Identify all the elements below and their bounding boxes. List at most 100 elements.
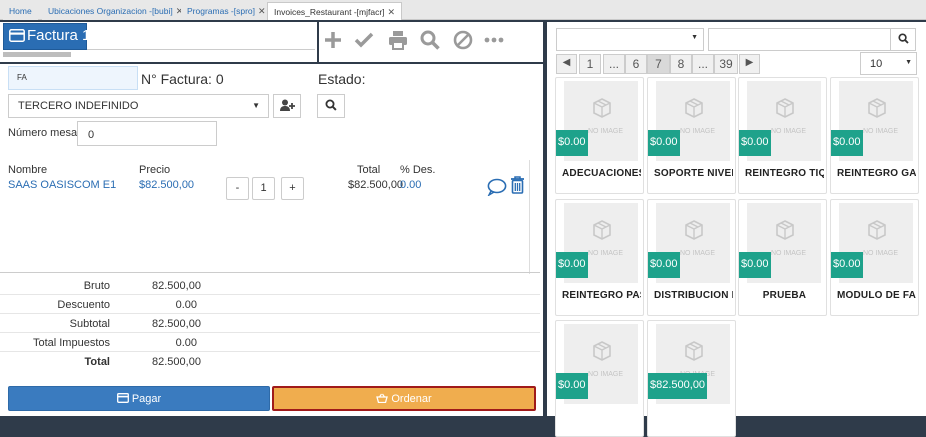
total-value: 82.500,00 [152, 356, 201, 368]
tab-home[interactable]: Home [3, 2, 38, 20]
credit-card-icon [9, 29, 25, 42]
caret-down-icon: ▼ [905, 59, 912, 66]
pagination-prev[interactable]: ◀ [556, 54, 577, 74]
decrease-qty-button[interactable]: - [226, 177, 249, 200]
plus-icon [325, 32, 341, 48]
tab-bar: Home Ubicaciones Organizacion -[bubi] ✕ P… [0, 0, 926, 20]
product-price: $0.00 [648, 252, 680, 278]
tab-programas[interactable]: Programas -[spro] ✕ [181, 2, 272, 20]
tab-invoices-restaurant[interactable]: Invoices_Restaurant -[mjfacr] ✕ [267, 2, 403, 20]
user-plus-icon [279, 99, 295, 111]
item-name[interactable]: SAAS OASISCOM E1 [8, 179, 116, 191]
confirm-button[interactable] [353, 29, 377, 53]
no-image-text: NO IMAGE [771, 250, 807, 257]
pagination-page[interactable]: 1 [579, 54, 601, 74]
product-price: $0.00 [556, 373, 588, 399]
fa-prefix-field[interactable]: FA [8, 66, 138, 90]
pagar-button[interactable]: Pagar [8, 386, 270, 411]
add-tercero-button[interactable] [273, 94, 301, 118]
more-button[interactable] [483, 29, 507, 53]
header-divider [87, 49, 315, 50]
items-scrollbar[interactable] [529, 160, 537, 274]
pagination-page[interactable]: 8 [670, 54, 692, 74]
total-label: Descuento [57, 299, 110, 311]
cancel-button[interactable] [452, 29, 476, 53]
box-icon [776, 220, 794, 240]
col-descuento: % Des. [400, 164, 436, 176]
product-card[interactable]: NO IMAGE $0.00 REINTEGRO TIQ [738, 77, 827, 194]
product-card[interactable]: NO IMAGE $0.00 REINTEGRO PAS [555, 199, 644, 316]
product-search-button[interactable] [890, 28, 916, 51]
factura-tab-button[interactable]: Factura 1 [3, 23, 90, 50]
no-image-text: NO IMAGE [863, 250, 899, 257]
product-card[interactable]: NO IMAGE $0.00 REINTEGRO GA [830, 77, 919, 194]
pagination-page[interactable]: 39 [714, 54, 738, 74]
estado-label: Estado: [318, 71, 366, 87]
pagar-label: Pagar [131, 393, 162, 405]
product-card[interactable]: NO IMAGE $0.00 [555, 320, 644, 437]
product-name: MODULO DE FA [837, 290, 916, 301]
invoice-toolbar [319, 22, 543, 62]
product-card[interactable]: NO IMAGE $0.00 PRUEBA [738, 199, 827, 316]
box-icon [593, 98, 611, 118]
product-name: REINTEGRO GA [837, 168, 916, 179]
tercero-select[interactable]: TERCERO INDEFINIDO ▼ [8, 94, 269, 118]
close-icon[interactable]: ✕ [388, 7, 396, 17]
pagination-next[interactable]: ▶ [739, 54, 760, 74]
col-precio: Precio [139, 164, 171, 176]
product-price: $0.00 [556, 130, 588, 156]
total-value: 0.00 [175, 337, 197, 349]
no-image-text: NO IMAGE [588, 371, 624, 378]
product-name: REINTEGRO TIQ [745, 168, 824, 179]
product-name: ADECUACIONES [562, 168, 641, 179]
tab-ubicaciones[interactable]: Ubicaciones Organizacion -[bubi] ✕ [42, 2, 190, 20]
pagination-ellipsis: ... [603, 54, 625, 74]
category-select[interactable]: ▼ [556, 28, 704, 51]
page-size-select[interactable]: 10 ▼ [860, 52, 917, 75]
product-search-input[interactable] [708, 28, 891, 51]
ordenar-button[interactable]: Ordenar [272, 386, 536, 411]
estado-search-button[interactable] [317, 94, 345, 118]
pagination-page[interactable]: 6 [625, 54, 647, 74]
product-price: $0.00 [739, 252, 771, 278]
product-name: REINTEGRO PAS [562, 290, 641, 301]
product-price: $0.00 [648, 130, 680, 156]
product-price: $0.00 [556, 252, 588, 278]
product-name: SOPORTE NIVEL [654, 168, 733, 179]
print-button[interactable] [387, 29, 411, 53]
nfactura-label: N° Factura: 0 [141, 71, 224, 87]
box-icon [685, 98, 703, 118]
no-image-text: NO IMAGE [680, 250, 716, 257]
box-icon [868, 98, 886, 118]
product-card[interactable]: NO IMAGE $0.00 MODULO DE FA [830, 199, 919, 316]
trash-icon[interactable] [510, 176, 525, 197]
product-price: $0.00 [831, 130, 863, 156]
ordenar-label: Ordenar [391, 393, 432, 405]
pagination-ellipsis: ... [692, 54, 714, 74]
add-button[interactable] [322, 29, 346, 53]
col-total: Total [357, 164, 381, 176]
product-price: $82.500,00 [648, 373, 708, 399]
total-label: Total Impuestos [32, 337, 110, 349]
total-value: 82.500,00 [152, 280, 201, 292]
more-icon [484, 37, 504, 43]
total-value: 82.500,00 [152, 318, 201, 330]
no-image-text: NO IMAGE [771, 128, 807, 135]
pagination-page-current[interactable]: 7 [647, 54, 670, 74]
mesa-input[interactable]: 0 [77, 121, 217, 146]
product-card[interactable]: NO IMAGE $0.00 SOPORTE NIVEL [647, 77, 736, 194]
search-icon [325, 99, 337, 111]
close-icon[interactable]: ✕ [258, 6, 266, 16]
invoice-header: Factura 1 [0, 22, 317, 62]
comment-icon[interactable] [487, 178, 507, 199]
product-card[interactable]: NO IMAGE $0.00 DISTRIBUCION F [647, 199, 736, 316]
increase-qty-button[interactable]: + [281, 177, 304, 200]
totals-divider [0, 272, 540, 273]
search-button[interactable] [419, 29, 443, 53]
product-card[interactable]: NO IMAGE$82.500,00 [647, 320, 736, 437]
tercero-value: TERCERO INDEFINIDO [18, 100, 139, 112]
total-label: Total [84, 356, 110, 368]
product-card[interactable]: NO IMAGE $0.00 ADECUACIONES [555, 77, 644, 194]
col-nombre: Nombre [8, 164, 48, 176]
quantity-field[interactable]: 1 [252, 177, 275, 200]
